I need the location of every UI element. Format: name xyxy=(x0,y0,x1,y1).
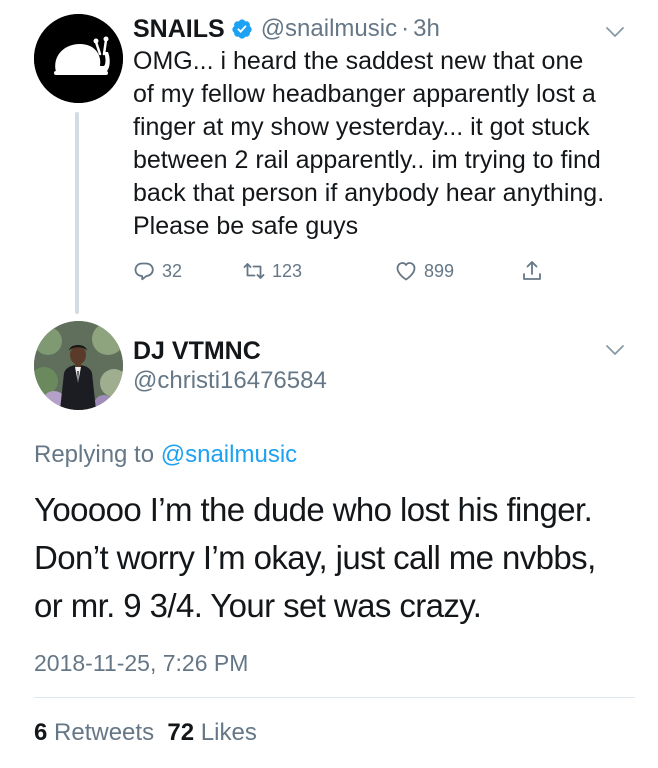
thread-connector-line xyxy=(75,112,79,314)
snail-logo-icon xyxy=(34,14,123,103)
likes-count: 72 xyxy=(167,719,195,746)
likes-stat[interactable]: 72 Likes xyxy=(167,719,256,746)
verified-badge-icon xyxy=(232,19,252,39)
tweet2-text: Yooooo I’m the dude who lost his finger.… xyxy=(34,491,596,624)
tweet1-author-name[interactable]: SNAILS xyxy=(133,15,225,44)
tweet1-handle[interactable]: @snailmusic xyxy=(261,15,397,43)
divider xyxy=(34,697,635,698)
tweet1-text: OMG... i heard the saddest new that one … xyxy=(133,47,605,240)
replying-to-handle-link[interactable]: @snailmusic xyxy=(161,441,297,468)
heart-icon xyxy=(396,262,416,281)
like-button[interactable]: 899 xyxy=(394,256,454,286)
likes-label: Likes xyxy=(200,719,257,746)
like-count: 899 xyxy=(424,260,455,281)
dj-vtmnc-avatar[interactable] xyxy=(34,321,123,410)
retweets-stat[interactable]: 6 Retweets xyxy=(34,719,154,746)
tweet1-separator: · xyxy=(401,15,410,42)
retweets-count: 6 xyxy=(34,719,48,746)
chevron-down-icon[interactable] xyxy=(605,26,625,38)
tweet2-author-name[interactable]: DJ VTMNC xyxy=(133,336,261,366)
reply-count: 32 xyxy=(162,260,183,281)
retweet-icon xyxy=(243,263,265,279)
reply-icon xyxy=(134,262,154,281)
chevron-down-icon[interactable] xyxy=(605,344,625,356)
tweet1-header: SNAILS @snailmusic · 3h xyxy=(133,12,440,46)
share-button[interactable] xyxy=(520,256,544,286)
replying-to-prefix: Replying to xyxy=(34,441,161,468)
tweet1-time[interactable]: 3h xyxy=(413,15,440,43)
retweet-button[interactable]: 123 xyxy=(242,256,302,286)
reply-button[interactable]: 32 xyxy=(132,256,182,286)
retweet-count: 123 xyxy=(272,260,303,281)
tweet2-stats: 6 Retweets 72 Likes xyxy=(34,718,257,748)
profile-photo xyxy=(34,321,123,410)
retweets-label: Retweets xyxy=(54,719,155,746)
share-icon xyxy=(523,261,541,280)
replying-to-line: Replying to @snailmusic xyxy=(34,440,297,470)
tweet2-handle[interactable]: @christi16476584 xyxy=(133,366,327,396)
snails-avatar[interactable] xyxy=(34,14,123,103)
tweet2-timestamp[interactable]: 2018-11-25, 7:26 PM xyxy=(34,648,248,678)
